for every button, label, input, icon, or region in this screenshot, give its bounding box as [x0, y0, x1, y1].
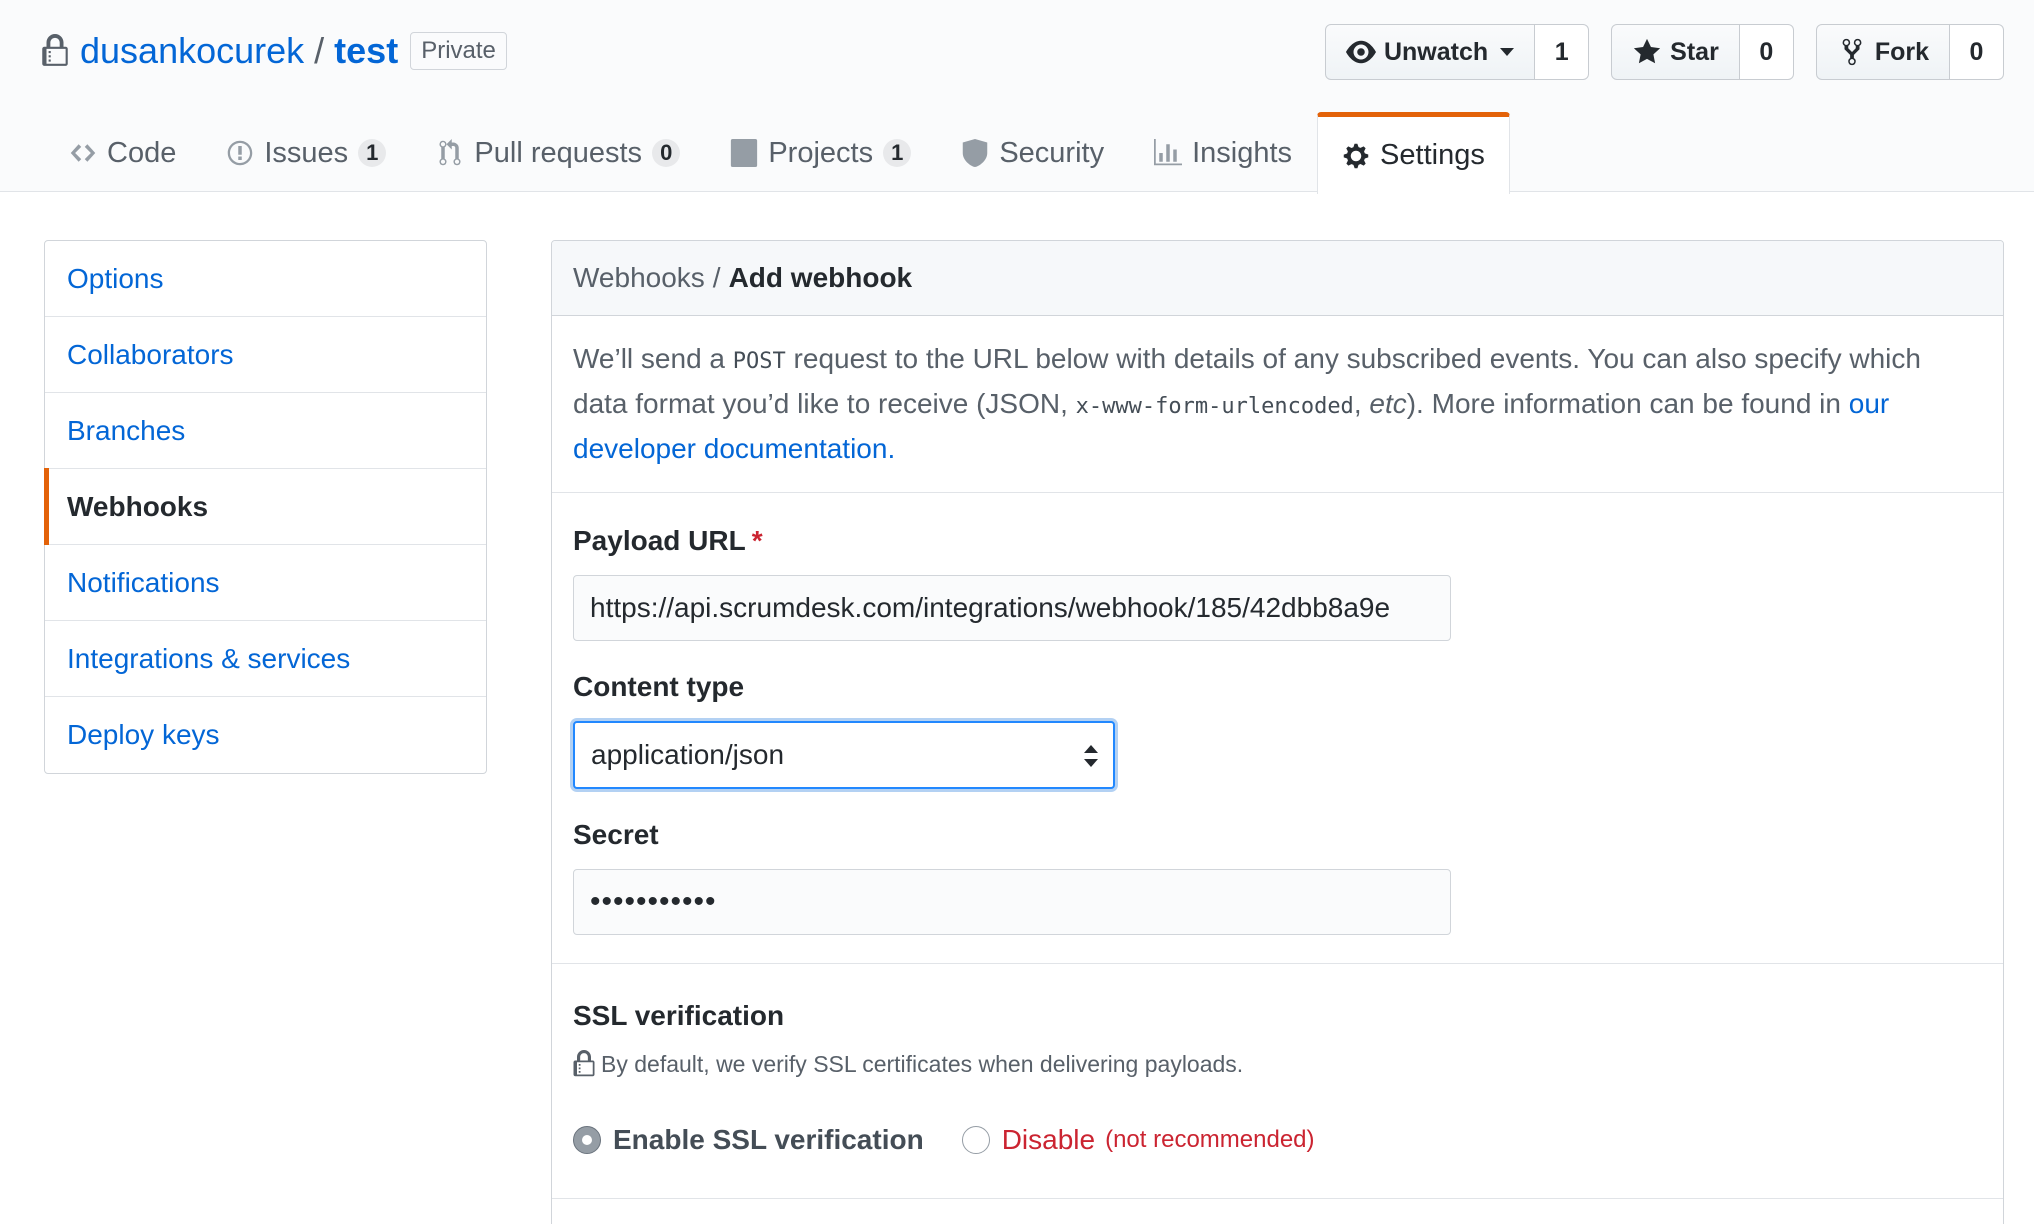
tab-code-label: Code: [107, 136, 177, 169]
intro-part3: ,: [1353, 388, 1370, 419]
required-mark: *: [751, 525, 763, 556]
breadcrumb-separator: /: [712, 262, 721, 293]
webhook-intro-text: We’ll send a POST request to the URL bel…: [552, 316, 2003, 493]
code-icon: [70, 144, 96, 162]
breadcrumb: Webhooks / Add webhook: [552, 241, 2003, 316]
sidebar-item-collaborators[interactable]: Collaborators: [45, 317, 486, 393]
tab-issues[interactable]: Issues 1: [201, 112, 411, 193]
intro-period: .: [887, 433, 896, 464]
ssl-options: Enable SSL verification Disable (not rec…: [573, 1124, 1982, 1156]
stargazers-count[interactable]: 0: [1739, 24, 1794, 80]
ssl-title: SSL verification: [573, 1000, 785, 1031]
eye-icon: [1345, 40, 1376, 64]
star-label: Star: [1670, 37, 1719, 66]
breadcrumb-webhooks-link[interactable]: Webhooks: [573, 262, 705, 294]
content-type-label: Content type: [573, 671, 745, 702]
enable-ssl-label: Enable SSL verification: [613, 1124, 924, 1155]
tab-insights[interactable]: Insights: [1129, 112, 1317, 193]
shield-icon: [963, 139, 988, 167]
repo-name-link[interactable]: test: [334, 30, 398, 72]
unwatch-button[interactable]: Unwatch: [1324, 24, 1536, 80]
watchers-count[interactable]: 1: [1535, 24, 1590, 80]
settings-sidebar: Options Collaborators Branches Webhooks …: [44, 240, 487, 774]
repo-header: dusankocurek / test Private Unwatch 1 St…: [0, 0, 2034, 194]
intro-part1: We’ll send a: [573, 343, 733, 374]
payload-url-label: Payload URL *: [573, 525, 1982, 557]
tab-projects[interactable]: Projects 1: [705, 112, 936, 193]
fork-icon: [1842, 38, 1862, 66]
repo-title: dusankocurek / test Private: [42, 26, 507, 76]
tab-settings-label: Settings: [1380, 139, 1485, 171]
ssl-note: By default, we verify SSL certificates w…: [573, 1050, 1982, 1078]
tab-settings[interactable]: Settings: [1317, 112, 1510, 194]
payload-url-group: Payload URL * https://api.scrumdesk.com/i…: [573, 525, 1982, 641]
secret-label: Secret: [573, 819, 659, 850]
projects-counter: 1: [883, 139, 912, 167]
star-button[interactable]: Star: [1611, 24, 1740, 80]
tab-code[interactable]: Code: [44, 112, 201, 193]
page-title: Add webhook: [728, 262, 913, 293]
secret-group: Secret •••••••••••: [573, 819, 1982, 935]
tab-security[interactable]: Security: [936, 112, 1129, 193]
add-webhook-box: Webhooks / Add webhook We’ll send a POST…: [551, 240, 2004, 1224]
tab-security-label: Security: [999, 136, 1105, 169]
watch-group: Unwatch 1: [1324, 24, 1590, 80]
lock-icon: [42, 34, 68, 66]
tab-projects-label: Projects: [768, 136, 874, 169]
tab-issues-label: Issues: [264, 136, 349, 169]
intro-part4: ). More information can be found in: [1406, 388, 1849, 419]
ssl-verification-section: SSL verification By default, we verify S…: [552, 964, 2003, 1199]
repo-actions: Unwatch 1 Star 0 Fork 0: [1324, 24, 2004, 80]
chevron-down-icon: [1500, 48, 1515, 56]
select-arrows-icon: [1084, 745, 1098, 767]
pull-request-icon: [439, 139, 461, 166]
sidebar-item-deploy-keys[interactable]: Deploy keys: [45, 697, 486, 773]
project-icon: [731, 139, 758, 167]
fork-label: Fork: [1874, 37, 1929, 66]
intro-code-urlencoded: x-www-form-urlencoded: [1075, 394, 1354, 419]
enable-ssl-radio[interactable]: Enable SSL verification: [573, 1124, 924, 1156]
repo-owner-link[interactable]: dusankocurek: [80, 30, 304, 72]
sidebar-item-options[interactable]: Options: [45, 241, 486, 317]
disable-ssl-radio-circle[interactable]: [961, 1126, 990, 1154]
disable-ssl-radio[interactable]: Disable (not recommended): [961, 1124, 1315, 1156]
content-type-value: application/json: [591, 739, 785, 770]
issue-icon: [228, 140, 253, 166]
graph-icon: [1154, 139, 1183, 166]
sidebar-item-branches[interactable]: Branches: [45, 393, 486, 469]
payload-url-input[interactable]: https://api.scrumdesk.com/integrations/w…: [573, 575, 1451, 641]
forks-count[interactable]: 0: [1950, 24, 2004, 80]
pull-requests-counter: 0: [652, 139, 681, 167]
fork-button[interactable]: Fork: [1815, 24, 1950, 80]
private-label: Private: [410, 32, 507, 70]
tab-pull-requests-label: Pull requests: [474, 136, 643, 169]
sidebar-item-webhooks[interactable]: Webhooks: [44, 468, 486, 545]
repo-separator: /: [314, 30, 325, 71]
ssl-note-text: By default, we verify SSL certificates w…: [601, 1050, 1244, 1077]
tab-pull-requests[interactable]: Pull requests 0: [411, 112, 705, 193]
tab-insights-label: Insights: [1192, 136, 1293, 169]
issues-counter: 1: [358, 139, 387, 167]
disable-ssl-label: Disable: [1001, 1124, 1096, 1155]
disable-ssl-note: (not recommended): [1105, 1126, 1315, 1153]
enable-ssl-radio-circle[interactable]: [573, 1126, 601, 1154]
gear-icon: [1343, 143, 1369, 168]
content-type-group: Content type application/json: [573, 671, 1982, 789]
sidebar-item-integrations[interactable]: Integrations & services: [45, 621, 486, 697]
repo-nav: Code Issues 1 Pull requests 0 Projects 1…: [44, 112, 1510, 194]
lock-icon: [573, 1050, 595, 1077]
secret-value: •••••••••••: [590, 885, 717, 918]
intro-code-post: POST: [732, 349, 786, 374]
content-type-select[interactable]: application/json: [573, 721, 1115, 789]
star-group: Star 0: [1611, 24, 1794, 80]
unwatch-label: Unwatch: [1383, 37, 1489, 66]
fork-group: Fork 0: [1815, 24, 2004, 80]
webhook-config-section: Payload URL * https://api.scrumdesk.com/i…: [552, 493, 2003, 964]
intro-em-etc: etc: [1369, 388, 1407, 419]
star-icon: [1634, 38, 1661, 64]
secret-input[interactable]: •••••••••••: [573, 869, 1451, 935]
payload-url-label-text: Payload URL: [573, 525, 746, 556]
sidebar-item-notifications[interactable]: Notifications: [45, 545, 486, 621]
